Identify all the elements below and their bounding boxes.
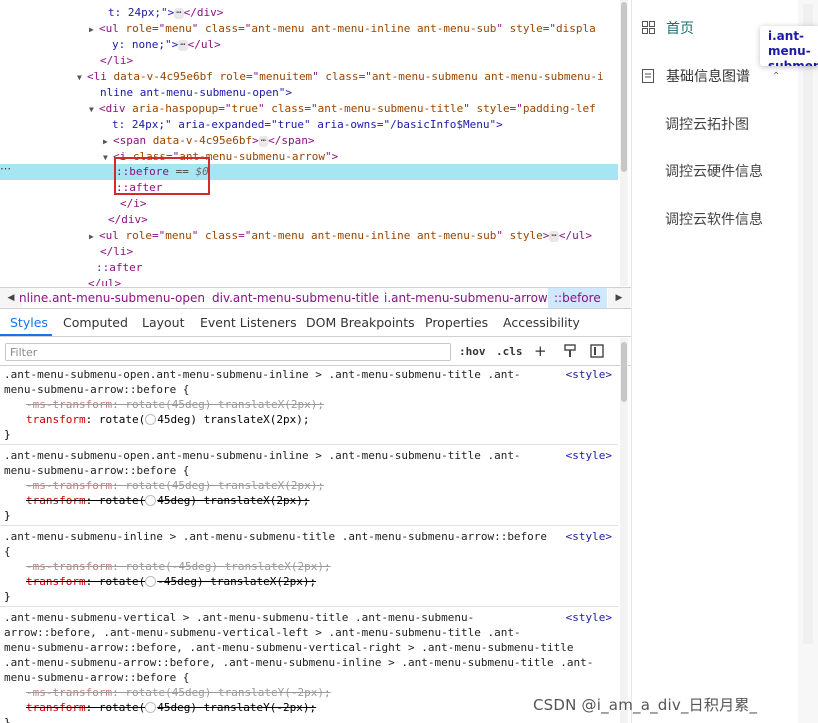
style-rule[interactable]: .ant-menu-submenu-vertical > .ant-menu-s… (0, 610, 618, 723)
dom-node[interactable]: ▶ <ul role="menu" class="ant-menu ant-men… (0, 228, 618, 244)
dom-node[interactable]: ▼ <div aria-haspopup="true" class="ant-me… (0, 101, 618, 117)
tab-event-listeners[interactable]: Event Listeners (200, 309, 297, 337)
rule-source-link: <style> (565, 368, 612, 381)
rule-close: } (4, 509, 11, 522)
dom-node-selected[interactable]: ::before == $0 (0, 164, 618, 180)
rule-source-link: <style> (565, 530, 612, 543)
breadcrumb-item-active[interactable]: ::before (548, 288, 607, 308)
sidebar-tabs: Styles Computed Layout Event Listeners D… (0, 309, 631, 337)
hov-button[interactable]: :hov (459, 344, 486, 360)
dom-node[interactable]: </i> (0, 196, 618, 212)
collapsed-content-icon: ⋯ (549, 231, 559, 242)
rule-selector: .ant-menu-submenu-open.ant-menu-submenu-… (4, 368, 521, 396)
expand-triangle-icon: ▼ (89, 105, 94, 114)
watermark: CSDN @i_am_a_div_日积月累_ (533, 696, 758, 714)
dom-node[interactable]: ::after (0, 180, 618, 196)
collapsed-content-icon: ⋯ (178, 40, 188, 51)
rule-source-link: <style> (565, 611, 612, 624)
submenu-item[interactable]: 调控云硬件信息 (665, 152, 763, 192)
dom-node[interactable]: t: 24px;"> ⋯ </div> (0, 5, 618, 21)
dom-node[interactable]: </ul> (0, 276, 618, 286)
app-scrollbar[interactable] (798, 0, 818, 723)
rule-selector: .ant-menu-submenu-inline > .ant-menu-sub… (4, 530, 548, 558)
submenu-item[interactable]: 调控云软件信息 (665, 200, 763, 240)
css-declaration: -ms-transform: rotate(45deg) translateX(… (26, 479, 325, 492)
styles-toolbar: :hov .cls + (0, 338, 631, 366)
angle-icon (145, 495, 157, 506)
tab-accessibility[interactable]: Accessibility (503, 309, 580, 337)
rule-selector: .ant-menu-submenu-open.ant-menu-submenu-… (4, 449, 521, 477)
tab-dom-breakpoints[interactable]: DOM Breakpoints (306, 309, 415, 337)
css-declaration: -ms-transform: rotate(45deg) translateY(… (26, 686, 331, 699)
collapsed-content-icon: ⋯ (174, 8, 184, 19)
css-declaration: -ms-transform: rotate(45deg) translateX(… (26, 398, 325, 411)
elements-tree: t: 24px;"> ⋯ </div> ▶ <ul role="menu" class=… (0, 0, 631, 286)
expand-triangle-icon: ▶ (89, 232, 94, 241)
dom-node[interactable]: ::after (0, 260, 618, 276)
dom-node[interactable]: </div> (0, 212, 618, 228)
devtools-panel: t: 24px;"> ⋯ </div> ▶ <ul role="menu" class=… (0, 0, 631, 723)
styles-rules: .ant-menu-submenu-open.ant-menu-submenu-… (0, 367, 618, 723)
submenu-item[interactable]: 调控云拓扑图 (665, 105, 749, 145)
rule-close: } (4, 590, 11, 603)
style-rule[interactable]: .ant-menu-submenu-open.ant-menu-submenu-… (0, 448, 618, 526)
dom-node[interactable]: ▼ <li data-v-4c95e6bf role="menuitem" cla… (0, 69, 618, 85)
breadcrumb-item[interactable]: nline.ant-menu-submenu-open (19, 288, 205, 308)
breadcrumb-item[interactable]: div.ant-menu-submenu-title (212, 288, 379, 308)
more-options-icon[interactable]: ⋯ (0, 162, 14, 178)
expand-triangle-icon: ▶ (89, 25, 94, 34)
filter-input[interactable] (5, 343, 451, 361)
tab-properties[interactable]: Properties (425, 309, 488, 337)
new-rule-button[interactable]: + (534, 344, 547, 360)
breadcrumb-right-arrow-icon[interactable]: ▶ (608, 288, 630, 308)
active-tab-indicator (0, 334, 52, 336)
document-icon (642, 57, 656, 97)
angle-icon (145, 702, 157, 713)
rule-close: } (4, 716, 11, 723)
dom-node[interactable]: t: 24px;" aria-expanded="true" aria-owns… (0, 117, 618, 133)
app-sidebar: 首页 基础信息图谱 ⌃ 调控云拓扑图 调控云硬件信息 调控云软件信息 i.ant… (631, 0, 818, 723)
css-declaration: transform: rotate(-45deg) translateX(2px… (26, 575, 317, 588)
style-rule[interactable]: .ant-menu-submenu-open.ant-menu-submenu-… (0, 367, 618, 445)
dom-node[interactable]: </li> (0, 53, 618, 69)
style-rule[interactable]: .ant-menu-submenu-inline > .ant-menu-sub… (0, 529, 618, 607)
elements-scrollbar[interactable] (620, 0, 628, 286)
grid-icon (642, 9, 656, 49)
highlight-box (114, 157, 210, 195)
dom-node[interactable]: ▶ <ul role="menu" class="ant-menu ant-men… (0, 21, 618, 37)
rule-close: } (4, 428, 11, 441)
toggle-sidebar-icon[interactable] (590, 344, 604, 360)
rule-source-link: <style> (565, 449, 612, 462)
collapsed-content-icon: ⋯ (258, 136, 269, 147)
css-declaration: transform: rotate(45deg) translateY(-2px… (26, 701, 317, 714)
dom-node[interactable]: ▶ <span data-v-4c95e6bf> ⋯ </span> (0, 133, 618, 149)
rule-selector: .ant-menu-submenu-vertical > .ant-menu-s… (4, 611, 594, 684)
breadcrumb: ◀ nline.ant-menu-submenu-open div.ant-me… (0, 287, 631, 309)
expand-triangle-icon: ▼ (77, 73, 82, 82)
styles-scrollbar[interactable] (620, 338, 628, 723)
menu-item-label: 基础信息图谱 (666, 69, 750, 85)
tab-computed[interactable]: Computed (63, 309, 128, 337)
dom-node[interactable]: y: none;"> ⋯ </ul> (0, 37, 618, 53)
tab-styles[interactable]: Styles (10, 309, 48, 337)
dom-node[interactable]: ▼ <i class="ant-menu-submenu-arrow"> (0, 149, 618, 165)
expand-triangle-icon: ▶ (103, 137, 108, 146)
cls-button[interactable]: .cls (496, 344, 523, 360)
css-declaration: -ms-transform: rotate(-45deg) translateX… (26, 560, 331, 573)
angle-icon (145, 576, 157, 587)
angle-icon (145, 414, 157, 425)
element-tooltip: i.ant-menu-submenu-arrow (760, 26, 818, 66)
paint-brush-icon[interactable] (564, 344, 576, 360)
breadcrumb-item[interactable]: i.ant-menu-submenu-arrow (384, 288, 548, 308)
dom-node[interactable]: </li> (0, 244, 618, 260)
css-declaration: transform: rotate(45deg) translateX(2px)… (26, 413, 310, 426)
tab-layout[interactable]: Layout (142, 309, 185, 337)
menu-item-label: 首页 (666, 21, 694, 37)
dom-node[interactable]: nline ant-menu-submenu-open"> (0, 85, 618, 101)
css-declaration: transform: rotate(45deg) translateX(2px)… (26, 494, 310, 507)
